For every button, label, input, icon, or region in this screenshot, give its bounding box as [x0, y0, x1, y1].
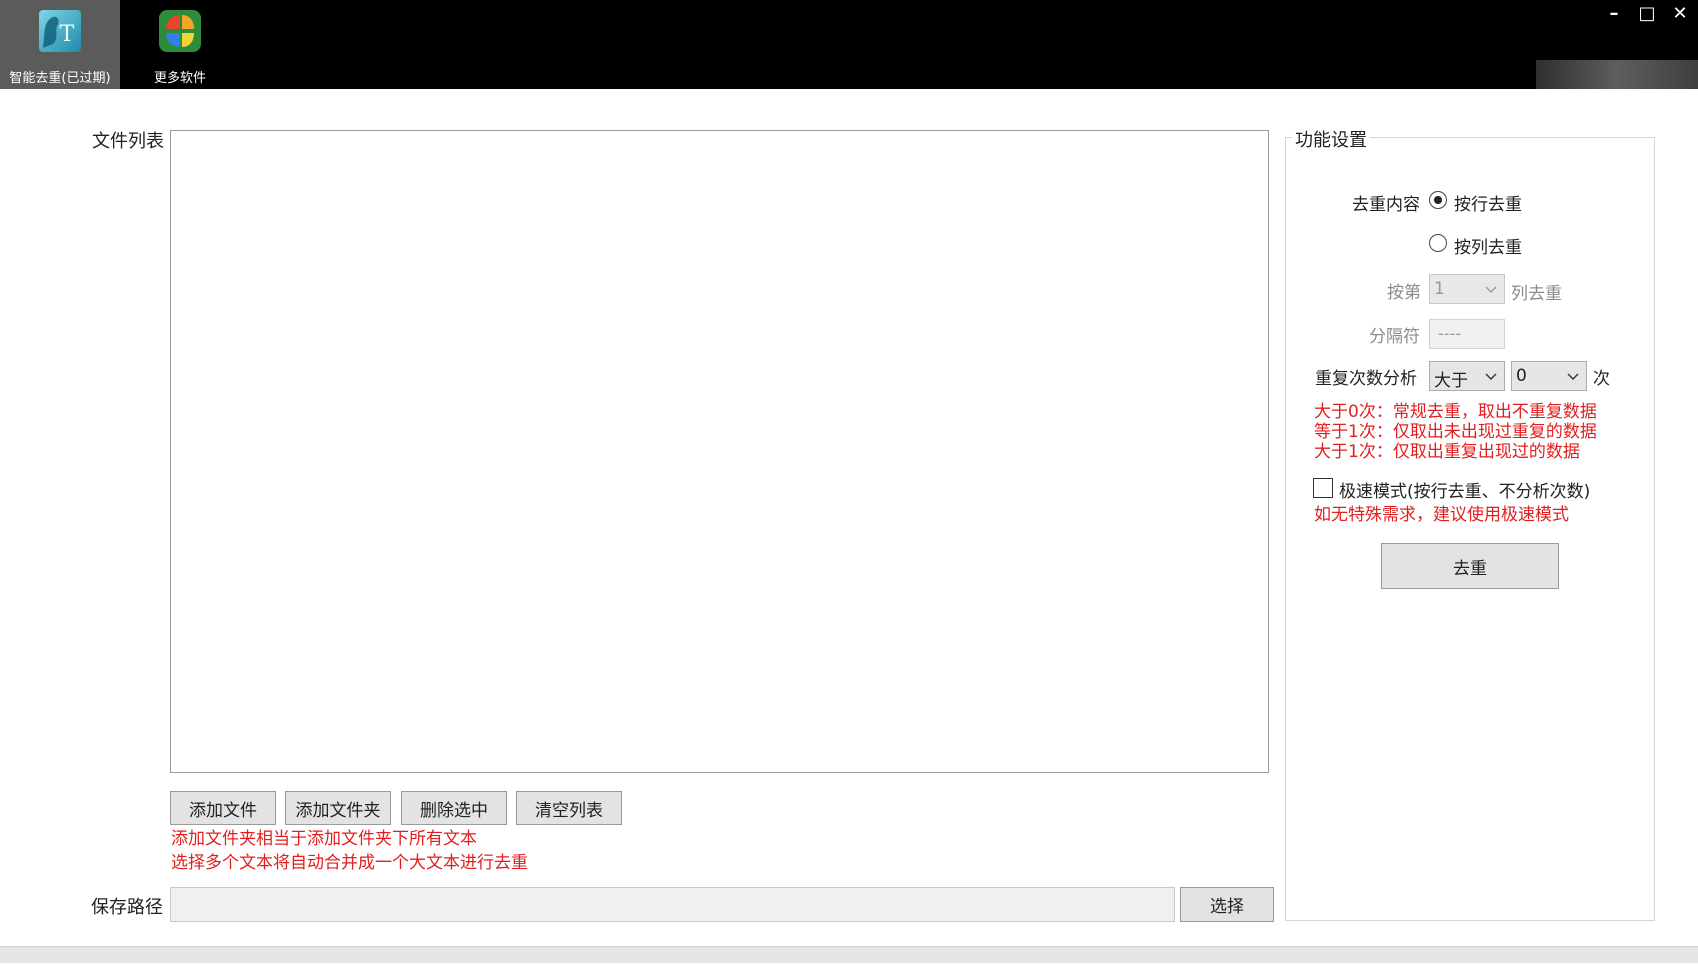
repeat-hint-1: 大于0次：常规去重，取出不重复数据	[1314, 402, 1597, 422]
top-toolbar: T 智能去重(已过期) 更多软件 – □ ✕	[0, 0, 1698, 89]
repeat-compare-value: 大于	[1434, 371, 1468, 391]
svg-text:T: T	[60, 22, 75, 47]
settings-title: 功能设置	[1292, 126, 1370, 152]
repeat-unit-label: 次	[1593, 369, 1610, 389]
maximize-icon[interactable]: □	[1635, 2, 1659, 26]
choose-path-button[interactable]: 选择	[1180, 887, 1274, 922]
nav-label: 更多软件	[153, 71, 206, 86]
fast-mode-label[interactable]: 极速模式(按行去重、不分析次数)	[1339, 477, 1590, 502]
separator-input[interactable]: ----	[1429, 319, 1505, 349]
column-prefix-label: 按第	[1387, 283, 1421, 303]
radio-by-column[interactable]	[1429, 234, 1447, 252]
clear-list-button[interactable]: 清空列表	[516, 791, 622, 825]
separator-label: 分隔符	[1369, 327, 1420, 347]
repeat-hint-2: 等于1次：仅取出未出现过重复的数据	[1314, 422, 1597, 442]
close-icon[interactable]: ✕	[1668, 2, 1692, 26]
chevron-down-icon	[1485, 286, 1497, 293]
radio-by-column-label[interactable]: 按列去重	[1454, 233, 1522, 258]
folder-note: 添加文件夹相当于添加文件夹下所有文本	[171, 829, 477, 849]
radio-selected-dot	[1434, 196, 1442, 204]
radio-by-line[interactable]	[1429, 191, 1447, 209]
separator-value: ----	[1438, 324, 1462, 343]
minimize-icon[interactable]: –	[1602, 2, 1626, 26]
file-list-label: 文件列表	[92, 131, 164, 152]
repeat-count-value: 0	[1516, 366, 1527, 386]
fast-mode-hint: 如无特殊需求，建议使用极速模式	[1314, 505, 1569, 525]
repeat-analysis-label: 重复次数分析	[1315, 369, 1417, 389]
radio-by-line-label[interactable]: 按行去重	[1454, 190, 1522, 215]
dedup-content-label: 去重内容	[1352, 195, 1420, 215]
file-list[interactable]	[170, 130, 1269, 773]
chevron-down-icon	[1567, 373, 1579, 380]
column-index-value: 1	[1434, 279, 1445, 299]
nav-smart-dedup[interactable]: T 智能去重(已过期)	[0, 0, 120, 89]
dedup-run-button[interactable]: 去重	[1381, 543, 1559, 589]
nav-label: 智能去重(已过期)	[9, 71, 111, 86]
save-path-label: 保存路径	[91, 897, 163, 918]
column-suffix-label: 列去重	[1511, 284, 1562, 304]
repeat-hint-3: 大于1次：仅取出重复出现过的数据	[1314, 442, 1580, 462]
text-dedup-app-icon: T	[39, 10, 81, 52]
column-index-select[interactable]: 1	[1429, 274, 1505, 304]
more-software-icon	[159, 10, 201, 52]
add-file-button[interactable]: 添加文件	[170, 791, 276, 825]
save-path-input[interactable]	[170, 887, 1175, 922]
horizontal-scrollbar[interactable]	[0, 946, 1698, 963]
nav-more-software[interactable]: 更多软件	[120, 0, 240, 89]
merge-note: 选择多个文本将自动合并成一个大文本进行去重	[171, 853, 528, 873]
repeat-count-select[interactable]: 0	[1511, 361, 1587, 391]
delete-selected-button[interactable]: 删除选中	[401, 791, 507, 825]
fast-mode-checkbox[interactable]	[1313, 478, 1333, 498]
chevron-down-icon	[1485, 373, 1497, 380]
status-gradient	[1536, 60, 1698, 89]
add-folder-button[interactable]: 添加文件夹	[285, 791, 391, 825]
repeat-compare-select[interactable]: 大于	[1429, 361, 1505, 391]
